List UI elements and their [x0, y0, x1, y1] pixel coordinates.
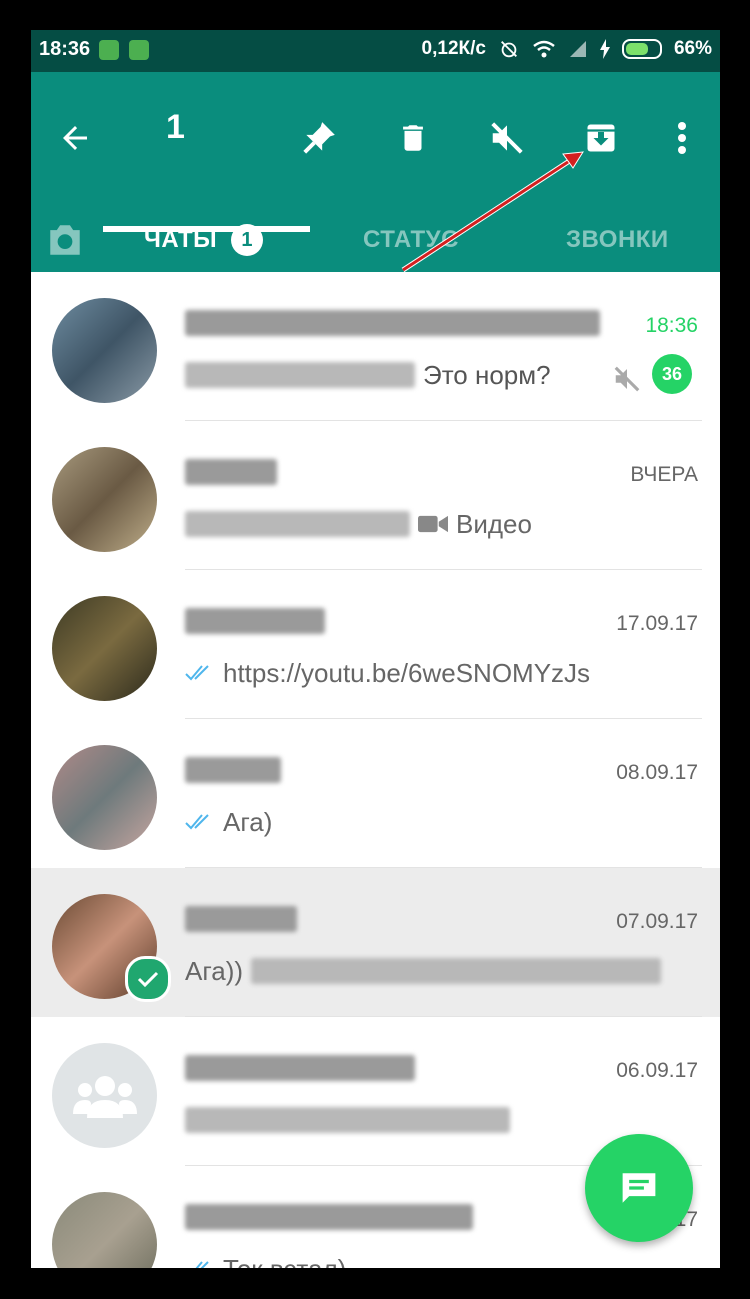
avatar — [52, 447, 157, 552]
chat-name-redacted — [185, 906, 297, 940]
chat-time: 06.09.17 — [616, 1059, 698, 1082]
group-avatar — [52, 1043, 157, 1148]
new-chat-button[interactable] — [585, 1134, 693, 1242]
avatar — [52, 596, 157, 701]
selected-check-icon — [125, 956, 171, 1002]
chat-message: Ток встал) — [223, 1254, 346, 1269]
chat-time: ВЧЕРА — [630, 463, 698, 486]
chat-name-redacted — [185, 1055, 415, 1089]
chat-name-redacted — [185, 608, 325, 642]
chat-preview — [185, 1103, 692, 1137]
group-icon — [72, 1075, 137, 1118]
chat-preview: Ток встал) — [185, 1252, 692, 1268]
chat-row[interactable]: ВЧЕРА Видео — [31, 421, 720, 570]
chat-preview: Ага)) — [185, 954, 692, 988]
message-icon — [622, 1173, 656, 1203]
video-icon — [418, 515, 448, 533]
chat-message: Ага) — [223, 806, 273, 837]
chat-preview: https://youtu.be/6weSNOMYzJs — [185, 656, 692, 690]
unread-count-badge: 36 — [652, 354, 692, 394]
chat-row[interactable]: 08.09.17 Ага) — [31, 719, 720, 868]
chat-name-redacted — [185, 757, 281, 791]
chat-name-redacted — [185, 459, 277, 493]
double-check-icon — [195, 1261, 209, 1268]
chat-message: Видео — [456, 508, 532, 539]
chat-time: 08.09.17 — [616, 761, 698, 784]
annotation-arrow — [401, 151, 584, 273]
chat-row[interactable]: 17.09.17 https://youtu.be/6weSNOMYzJs — [31, 570, 720, 719]
chat-time: 07.09.17 — [616, 910, 698, 933]
chat-list: 18:36 Это норм? 36 ВЧЕРА Видео 17.09.17 — [31, 272, 720, 1268]
chat-message: Это норм? — [423, 359, 551, 390]
chat-preview: Видео — [185, 507, 692, 541]
double-check-icon — [185, 665, 209, 681]
chat-message: https://youtu.be/6weSNOMYzJs — [223, 657, 591, 688]
phone-screen: 18:36 0,12К/с 66% 1 ЧАТЫ 1 СТАТУС ЗВОНКИ… — [31, 30, 720, 1268]
chat-preview: Ага) — [185, 805, 692, 839]
chat-message: Ага)) — [185, 955, 244, 986]
double-check-icon — [185, 814, 209, 830]
muted-icon — [614, 366, 640, 392]
avatar — [52, 745, 157, 850]
chat-time: 17.09.17 — [616, 612, 698, 635]
chat-name-redacted — [185, 1204, 473, 1238]
chat-row-selected[interactable]: 07.09.17 Ага)) — [31, 868, 720, 1017]
avatar — [52, 1192, 157, 1268]
